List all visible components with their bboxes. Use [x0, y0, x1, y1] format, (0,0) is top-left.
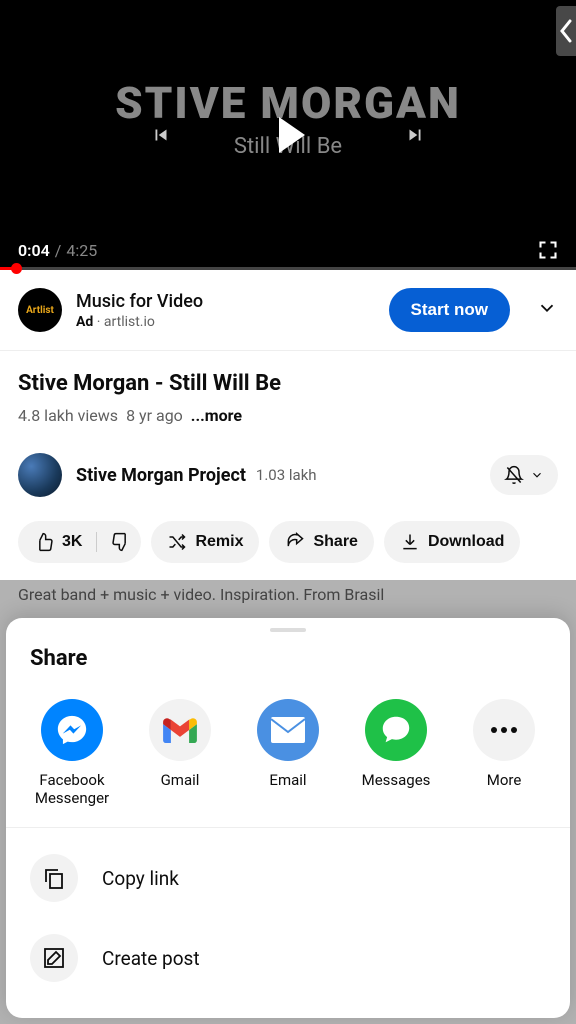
- gmail-icon: [149, 699, 211, 761]
- share-app-messenger[interactable]: Facebook Messenger: [22, 699, 122, 807]
- email-icon: [257, 699, 319, 761]
- copy-link-item[interactable]: Copy link: [6, 838, 570, 918]
- channel-avatar[interactable]: [18, 453, 62, 497]
- video-title[interactable]: Stive Morgan - Still Will Be: [18, 371, 558, 396]
- remix-icon: [167, 532, 187, 552]
- play-button[interactable]: [271, 117, 305, 153]
- messenger-icon: [41, 699, 103, 761]
- thumbs-up-icon: [34, 532, 54, 552]
- bell-off-icon: [504, 465, 524, 485]
- create-post-item[interactable]: Create post: [6, 918, 570, 998]
- ad-title: Music for Video: [76, 291, 375, 312]
- create-post-icon: [30, 934, 78, 982]
- share-button[interactable]: Share: [269, 521, 373, 563]
- download-icon: [400, 532, 420, 552]
- comment-preview: Great band + music + video. Inspiration.…: [18, 585, 558, 604]
- download-button[interactable]: Download: [384, 521, 520, 563]
- previous-button[interactable]: [150, 124, 172, 146]
- sheet-title: Share: [6, 646, 570, 689]
- more-icon: [473, 699, 535, 761]
- channel-row[interactable]: Stive Morgan Project 1.03 lakh: [0, 435, 576, 515]
- chevron-down-icon[interactable]: [536, 297, 558, 323]
- next-button[interactable]: [404, 124, 426, 146]
- chevron-down-icon: [530, 468, 544, 482]
- total-time: 4:25: [66, 241, 97, 260]
- notification-button[interactable]: [490, 455, 558, 495]
- copy-icon: [30, 854, 78, 902]
- video-player[interactable]: STIVE MORGAN Still Will Be 0:04 / 4:25: [0, 0, 576, 270]
- share-app-gmail[interactable]: Gmail: [130, 699, 230, 807]
- ad-cta-button[interactable]: Start now: [389, 288, 510, 332]
- share-app-email[interactable]: Email: [238, 699, 338, 807]
- channel-name: Stive Morgan Project: [76, 465, 246, 486]
- more-link[interactable]: ...more: [191, 406, 242, 425]
- share-icon: [285, 532, 305, 552]
- ad-logo: Artlist: [18, 288, 62, 332]
- messages-icon: [365, 699, 427, 761]
- current-time: 0:04: [18, 241, 50, 260]
- share-sheet: Share Facebook Messenger Gmail Email Mes…: [6, 618, 570, 1018]
- remix-button[interactable]: Remix: [151, 521, 259, 563]
- share-app-more[interactable]: More: [454, 699, 554, 807]
- video-meta[interactable]: 4.8 lakh views 8 yr ago ...more: [18, 406, 558, 425]
- ad-banner[interactable]: Artlist Music for Video Ad · artlist.io …: [0, 270, 576, 351]
- progress-bar[interactable]: [0, 267, 576, 270]
- like-button[interactable]: 3K: [18, 521, 141, 563]
- fullscreen-icon[interactable]: [538, 240, 558, 260]
- thumbs-down-icon[interactable]: [111, 532, 131, 552]
- channel-subs: 1.03 lakh: [256, 466, 317, 484]
- sheet-handle[interactable]: [270, 628, 306, 632]
- share-app-messages[interactable]: Messages: [346, 699, 446, 807]
